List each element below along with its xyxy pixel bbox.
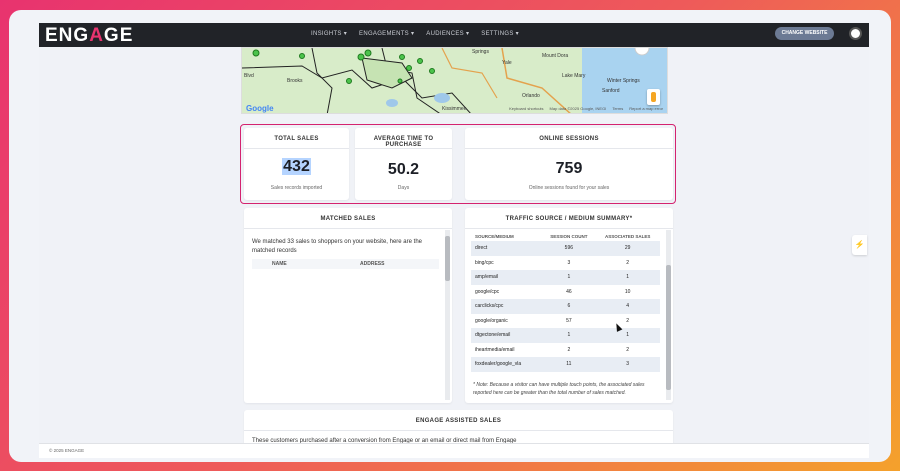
table-header-row: SOURCE/MEDIUM SESSION COUNT ASSOCIATED S… <box>471 232 660 241</box>
keyboard-shortcuts-link[interactable]: Keyboard shortcuts <box>509 106 543 111</box>
map-label: Sanford <box>602 88 620 94</box>
map-label: Orlando <box>522 93 540 99</box>
nav-engagements[interactable]: ENGAGEMENTS ▾ <box>359 30 414 37</box>
sales-map[interactable]: Springs Yale Mount Dora Lake Mary Winter… <box>241 47 668 114</box>
associated-sales-cell: 2 <box>626 259 630 266</box>
associated-sales-cell: 10 <box>624 288 631 295</box>
source-cell: carclicks/cpc <box>471 299 543 314</box>
map-label: Lake Mary <box>562 73 586 79</box>
matched-sales-title: MATCHED SALES <box>320 216 376 222</box>
map-data-text: Map data ©2025 Google, INEGI <box>549 106 607 111</box>
table-row: google/organic 57 2 <box>471 314 660 329</box>
map-label: Kissimmee <box>442 106 467 112</box>
change-website-button[interactable]: CHANGE WEBSITE <box>775 27 834 40</box>
matched-sales-table-header: NAME ADDRESS <box>252 259 439 269</box>
session-count-cell: 596 <box>542 241 596 256</box>
assisted-sales-title: ENGAGE ASSISTED SALES <box>415 418 502 424</box>
table-row: direct 596 29 <box>471 241 660 256</box>
street-view-pegman-icon[interactable] <box>647 89 660 105</box>
nav-insights[interactable]: INSIGHTS ▾ <box>311 30 347 37</box>
terms-link[interactable]: Terms <box>612 106 623 111</box>
source-cell: amp/email <box>471 270 543 285</box>
traffic-scrollbar[interactable] <box>666 230 671 400</box>
map-label: Yale <box>502 60 512 66</box>
top-navbar: ENGAGE INSIGHTS ▾ ENGAGEMENTS ▾ AUDIENCE… <box>39 23 869 47</box>
matched-sales-card: MATCHED SALES We matched 33 sales to sho… <box>244 208 452 403</box>
map-label: Springs <box>472 49 489 55</box>
session-count-cell: 46 <box>566 288 572 295</box>
map-label: Winter Springs <box>607 78 640 84</box>
scrollbar-thumb[interactable] <box>666 265 671 390</box>
source-cell: google/organic <box>475 317 508 324</box>
traffic-note: * Note: Because a visitor can have multi… <box>473 382 645 396</box>
map-label: Brooks <box>287 78 303 84</box>
divider <box>465 228 673 229</box>
associated-sales-cell: 2 <box>626 346 630 353</box>
session-count-cell: 1 <box>542 328 596 343</box>
session-count-cell: 1 <box>542 270 596 285</box>
associated-sales-cell: 4 <box>595 299 660 314</box>
table-row: bing/cpc 3 2 <box>471 256 660 271</box>
column-header-address[interactable]: ADDRESS <box>360 259 384 269</box>
session-count-cell: 11 <box>542 357 596 372</box>
source-cell: google/cpc <box>475 288 500 295</box>
session-count-cell: 3 <box>567 259 571 266</box>
matched-sales-scrollbar[interactable] <box>445 230 450 400</box>
source-cell: foxdealer/google_vla <box>471 357 543 372</box>
table-row: iheartmedia/email 2 2 <box>471 343 660 358</box>
traffic-source-table: SOURCE/MEDIUM SESSION COUNT ASSOCIATED S… <box>471 232 660 372</box>
source-cell: dtgectone/email <box>471 328 543 343</box>
selection-highlight-box <box>240 124 676 204</box>
map-graphic <box>242 48 667 113</box>
report-map-error-link[interactable]: Report a map error <box>629 106 663 111</box>
associated-sales-cell: 2 <box>626 317 630 324</box>
quick-actions-bolt-icon[interactable]: ⚡ <box>852 235 867 255</box>
scrollbar-thumb[interactable] <box>445 236 450 281</box>
traffic-source-title: TRAFFIC SOURCE / MEDIUM SUMMARY* <box>505 216 633 222</box>
logo-text-a: A <box>89 25 104 46</box>
map-attribution: Keyboard shortcuts Map data ©2025 Google… <box>509 106 663 111</box>
main-menu: INSIGHTS ▾ ENGAGEMENTS ▾ AUDIENCES ▾ SET… <box>311 30 519 37</box>
source-cell: bing/cpc <box>475 259 494 266</box>
column-header-name[interactable]: NAME <box>272 259 360 269</box>
source-cell: iheartmedia/email <box>475 346 515 353</box>
column-header-associated-sales[interactable]: ASSOCIATED SALES <box>595 232 660 241</box>
source-cell: direct <box>471 241 543 256</box>
session-count-cell: 2 <box>567 346 571 353</box>
associated-sales-cell: 29 <box>595 241 660 256</box>
map-label: Blvd <box>244 73 254 79</box>
column-header-session-count[interactable]: SESSION COUNT <box>542 232 595 241</box>
table-row: foxdealer/google_vla 11 3 <box>471 357 660 372</box>
footer-copyright: © 2025 ENGAGE <box>49 448 85 453</box>
table-row: amp/email 1 1 <box>471 270 660 285</box>
divider <box>244 228 452 229</box>
logo-text-start: ENG <box>45 25 90 46</box>
browser-frame: ENGAGE INSIGHTS ▾ ENGAGEMENTS ▾ AUDIENCE… <box>9 10 891 462</box>
associated-sales-cell: 1 <box>595 270 660 285</box>
google-logo: Google <box>246 104 274 113</box>
column-header-source[interactable]: SOURCE/MEDIUM <box>471 232 542 241</box>
user-avatar-icon[interactable] <box>849 27 862 40</box>
nav-settings[interactable]: SETTINGS ▾ <box>481 30 519 37</box>
session-count-cell: 57 <box>566 317 572 324</box>
table-row: dtgectone/email 1 1 <box>471 328 660 343</box>
map-label: Mount Dora <box>542 53 569 59</box>
traffic-source-card: TRAFFIC SOURCE / MEDIUM SUMMARY* SOURCE/… <box>465 208 673 403</box>
app-viewport: ENGAGE INSIGHTS ▾ ENGAGEMENTS ▾ AUDIENCE… <box>39 23 869 458</box>
associated-sales-cell: 3 <box>595 357 660 372</box>
session-count-cell: 6 <box>542 299 596 314</box>
table-row: google/cpc 46 10 <box>471 285 660 300</box>
matched-sales-description: We matched 33 sales to shoppers on your … <box>252 239 422 254</box>
logo-text-end: GE <box>103 25 134 46</box>
engage-logo[interactable]: ENGAGE <box>45 25 133 47</box>
table-row: carclicks/cpc 6 4 <box>471 299 660 314</box>
associated-sales-cell: 1 <box>595 328 660 343</box>
page-footer: © 2025 ENGAGE <box>39 443 869 458</box>
divider <box>244 430 673 431</box>
nav-audiences[interactable]: AUDIENCES ▾ <box>426 30 469 37</box>
